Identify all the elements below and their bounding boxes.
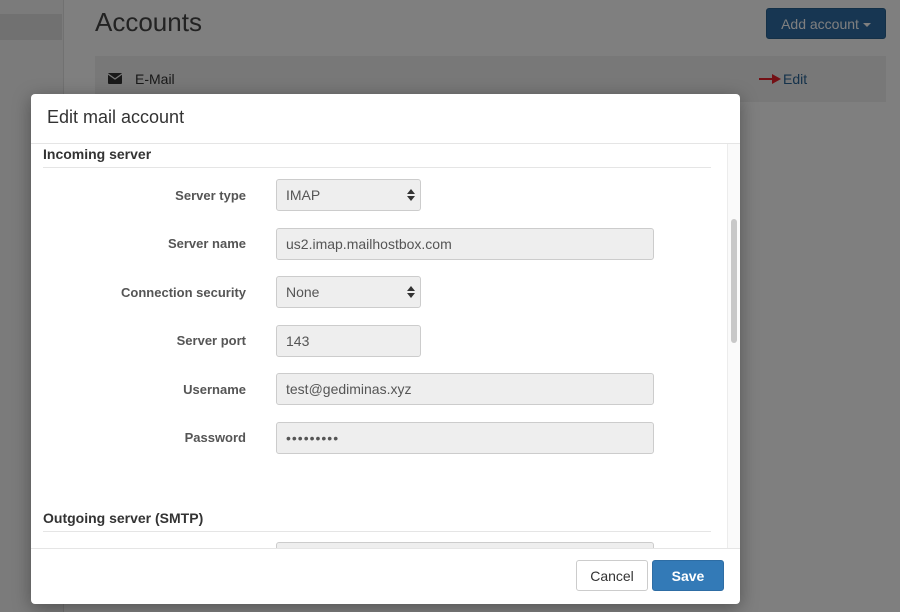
scrollbar-thumb[interactable] bbox=[731, 219, 737, 343]
server-port-input[interactable]: 143 bbox=[276, 325, 421, 357]
incoming-server-heading: Incoming server bbox=[43, 146, 711, 168]
password-value: ••••••••• bbox=[286, 430, 340, 446]
modal-header: Edit mail account bbox=[31, 94, 740, 144]
server-name-label: Server name bbox=[167, 236, 246, 251]
edit-mail-account-modal: Edit mail account Incoming server Server… bbox=[31, 94, 740, 604]
modal-scrollbar[interactable] bbox=[727, 144, 740, 548]
select-arrows-icon bbox=[407, 189, 415, 201]
modal-footer: Cancel Save bbox=[31, 548, 740, 604]
connection-security-value: None bbox=[286, 284, 320, 300]
server-type-value: IMAP bbox=[286, 187, 321, 203]
select-arrows-icon bbox=[407, 286, 415, 298]
server-port-label: Server port bbox=[176, 333, 246, 348]
server-type-select[interactable]: IMAP bbox=[276, 179, 421, 211]
server-name-input[interactable]: us2.imap.mailhostbox.com bbox=[276, 228, 654, 260]
username-input[interactable]: test@gediminas.xyz bbox=[276, 373, 654, 405]
username-label: Username bbox=[183, 382, 246, 397]
password-input[interactable]: ••••••••• bbox=[276, 422, 654, 454]
cancel-button[interactable]: Cancel bbox=[576, 560, 648, 591]
outgoing-server-heading: Outgoing server (SMTP) bbox=[43, 510, 711, 532]
modal-title: Edit mail account bbox=[47, 107, 185, 127]
username-value: test@gediminas.xyz bbox=[286, 381, 412, 397]
connection-security-select[interactable]: None bbox=[276, 276, 421, 308]
save-button[interactable]: Save bbox=[652, 560, 724, 591]
server-port-value: 143 bbox=[286, 333, 310, 349]
password-label: Password bbox=[184, 430, 246, 445]
connection-security-label: Connection security bbox=[121, 285, 246, 300]
server-name-value: us2.imap.mailhostbox.com bbox=[286, 236, 452, 252]
server-type-label: Server type bbox=[175, 188, 246, 203]
modal-body[interactable]: Incoming server Server type IMAP Server … bbox=[31, 144, 740, 548]
